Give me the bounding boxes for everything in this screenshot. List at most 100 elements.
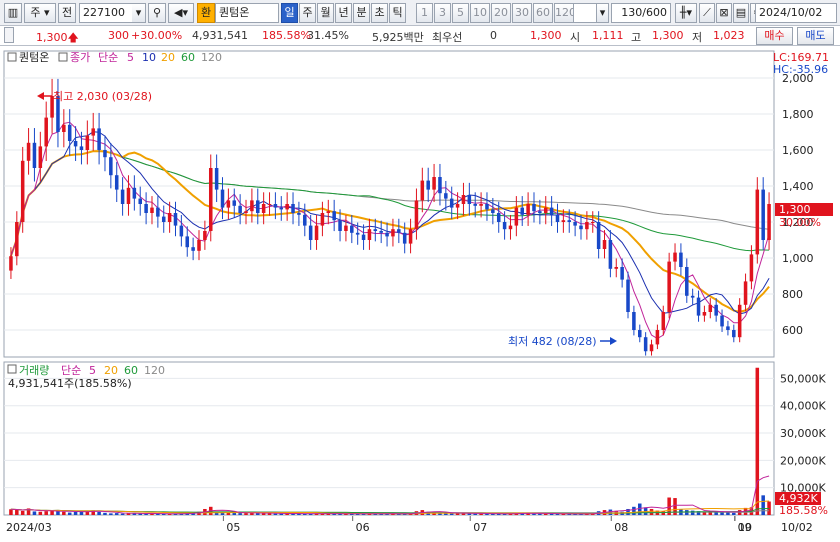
search-icon[interactable]: ⚲ [148, 3, 166, 23]
volume-tick-label: 40,000K [780, 400, 826, 413]
interval-button-0[interactable]: 1 [416, 3, 433, 23]
fav-badge[interactable]: 환 [197, 3, 215, 23]
date-field[interactable]: 2024/10/02 [755, 3, 837, 23]
candle-body [602, 240, 607, 249]
candle-body [508, 225, 513, 230]
last-volume-tag: 4,932K 185.58% [775, 492, 828, 517]
period-button-5[interactable]: 초 [371, 3, 388, 23]
save-icon[interactable]: ▤ [733, 3, 749, 23]
candle-body [549, 207, 554, 215]
candle-body [455, 204, 460, 208]
volume-bar [32, 511, 37, 515]
chart-area[interactable]: 2,000 1,800 1,600 1,400 1,200 1,000 800 600 50,0… [0, 47, 840, 539]
candle-body [355, 232, 360, 235]
candle-body [567, 220, 572, 222]
candle-body [244, 211, 248, 213]
stock-name-field[interactable]: 퀀텀온 [215, 3, 279, 23]
volume-ratio: 185.58% [262, 29, 311, 42]
candle-body [261, 204, 266, 213]
x-tick-label: 08 [614, 521, 628, 534]
priority-label: 최우선 [432, 31, 463, 44]
candle-body [385, 232, 389, 237]
line-tool-icon[interactable]: ⟋ [699, 3, 715, 23]
candle-body [579, 225, 583, 230]
candle-body [120, 189, 125, 204]
interval-button-2[interactable]: 5 [452, 3, 469, 23]
candle-body [350, 225, 354, 233]
sell-button[interactable]: 매도 [797, 27, 834, 45]
period-button-2[interactable]: 월 [317, 3, 334, 23]
volume-bar [114, 513, 119, 515]
candle-body [397, 229, 401, 233]
ask-price: 1,300 [530, 29, 562, 42]
price-legend: 퀀텀온 종가 단순 5 10 20 60 120 [7, 51, 222, 64]
high-value: 1,300 [652, 29, 684, 42]
volume-bar [67, 512, 72, 515]
count-value: 130/600 [621, 6, 667, 19]
legend-simple: 단순 [98, 51, 118, 64]
hc-label: HC:-35.96 [773, 63, 828, 76]
indicator-icon[interactable]: ⊠ [716, 3, 732, 23]
price-tick-label: 1,600 [782, 144, 814, 157]
chart-menu-icon[interactable]: ▥ [4, 3, 22, 23]
candle-body [379, 231, 383, 233]
candle-body [226, 200, 231, 208]
vol-legend-ma60: 60 [124, 364, 138, 377]
candle-body [614, 267, 619, 269]
candle-body [514, 207, 519, 226]
candle-body [743, 281, 748, 305]
vol-legend-name: 거래량 [19, 364, 49, 377]
period-button-4[interactable]: 분 [353, 3, 370, 23]
vol-legend-ma20: 20 [104, 364, 118, 377]
market-select[interactable]: 주 ▾ [24, 3, 56, 23]
legend-close: 종가 [70, 51, 90, 64]
volume-bar [761, 495, 765, 515]
candle-body [79, 146, 84, 150]
x-tick-label: 06 [356, 521, 370, 534]
speaker-icon[interactable]: ◀▾ [168, 3, 194, 23]
date-value: 2024/10/02 [759, 6, 823, 19]
open-value: 1,111 [592, 29, 624, 42]
current-price: 1,300🡅 [36, 29, 79, 48]
candle-body [208, 168, 213, 231]
count-field[interactable]: 130/600 [611, 3, 671, 23]
volume-bar [38, 511, 43, 515]
candle-body [473, 204, 477, 206]
candle-body [426, 180, 430, 190]
legend-stock-name: 퀀텀온 [19, 51, 49, 64]
period-button-1[interactable]: 주 [299, 3, 316, 23]
candle-body [203, 231, 207, 240]
candle-body [485, 204, 489, 210]
period-button-0[interactable]: 일 [281, 3, 298, 23]
vol-summary: 4,931,541주(185.58%) [8, 377, 132, 390]
interval-button-4[interactable]: 20 [491, 3, 511, 23]
trade-amount: 5,925백만 [372, 31, 424, 44]
buy-button[interactable]: 매수 [756, 27, 793, 45]
code-dropdown-icon[interactable]: ▾ [132, 3, 146, 23]
candle-body [702, 312, 707, 316]
volume-bar [244, 513, 248, 515]
candle-body [320, 213, 325, 226]
candle-body [732, 330, 736, 338]
candle-body [438, 177, 442, 194]
volume-bar [632, 506, 636, 515]
volume-bar [62, 511, 66, 515]
vol-legend-ma5: 5 [89, 364, 96, 377]
period-button-3[interactable]: 년 [335, 3, 352, 23]
interval-button-5[interactable]: 30 [512, 3, 532, 23]
candle-body [373, 229, 378, 231]
candle-type-icon[interactable]: ╫▾ [675, 3, 697, 23]
period-button-6[interactable]: 틱 [389, 3, 406, 23]
last-price-tag-text: 1,300 [779, 203, 811, 216]
turnover-rate: 31.45% [307, 29, 349, 42]
interval-button-6[interactable]: 60 [533, 3, 553, 23]
prev-button[interactable]: 전 [58, 3, 76, 23]
interval-button-1[interactable]: 3 [434, 3, 451, 23]
interval-dropdown-icon[interactable]: ▾ [596, 3, 609, 23]
legend-ma20: 20 [161, 51, 175, 64]
candle-body [543, 207, 548, 213]
open-label: 시 [570, 31, 581, 44]
candle-body [273, 204, 278, 208]
x-tick-label: 10 [738, 521, 752, 534]
interval-button-3[interactable]: 10 [470, 3, 490, 23]
